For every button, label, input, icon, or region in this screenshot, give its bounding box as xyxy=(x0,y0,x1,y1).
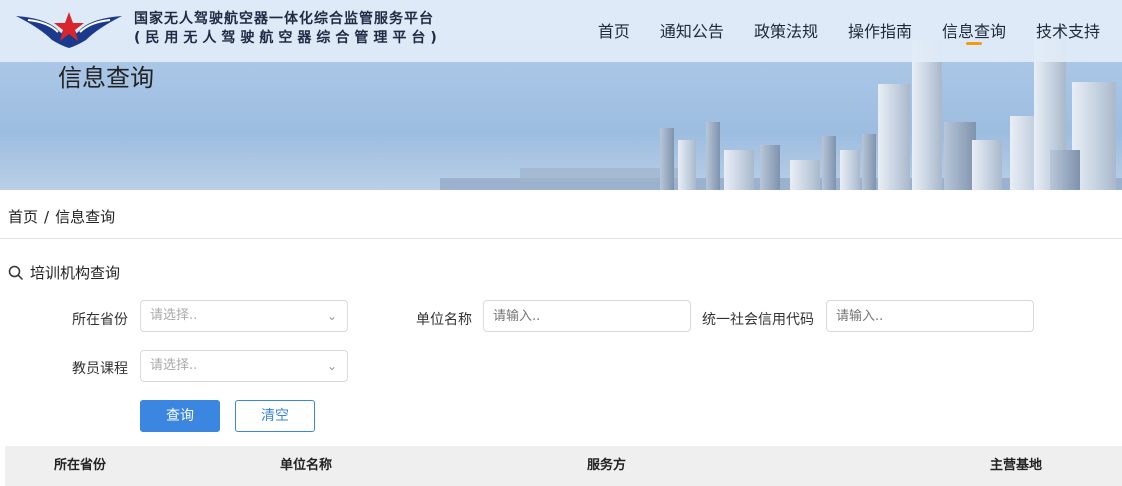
chevron-down-icon: ⌄ xyxy=(326,359,337,373)
column-header-main-base[interactable]: 主营基地 xyxy=(990,446,1042,486)
province-label: 所在省份 xyxy=(72,312,128,328)
banner-title: 信息查询 xyxy=(58,64,154,92)
query-button[interactable]: 查询 xyxy=(140,400,220,432)
breadcrumb: 首页 / 信息查询 xyxy=(8,206,115,227)
chevron-down-icon: ⌄ xyxy=(326,309,337,323)
province-select-placeholder: 请选择.. xyxy=(150,308,198,323)
platform-name: 国家无人驾驶航空器一体化综合监管服务平台 xyxy=(134,11,434,27)
breadcrumb-home[interactable]: 首页 xyxy=(8,208,38,226)
breadcrumb-separator: / xyxy=(44,208,50,226)
caac-wing-logo-icon xyxy=(16,12,122,48)
nav-info-query[interactable]: 信息查询 xyxy=(942,18,1006,45)
nav-notices[interactable]: 通知公告 xyxy=(660,18,724,42)
platform-subname: (民用无人驾驶航空器综合管理平台) xyxy=(134,30,442,46)
column-header-unit-name[interactable]: 单位名称 xyxy=(280,446,332,486)
course-select-placeholder: 请选择.. xyxy=(150,358,198,373)
breadcrumb-current: 信息查询 xyxy=(55,208,116,226)
divider xyxy=(0,238,1122,239)
credit-code-label: 统一社会信用代码 xyxy=(702,312,814,328)
search-icon xyxy=(8,265,24,280)
clear-button[interactable]: 清空 xyxy=(235,400,315,432)
page-banner: 国家无人驾驶航空器一体化综合监管服务平台 (民用无人驾驶航空器综合管理平台) 首… xyxy=(0,0,1122,190)
credit-code-input[interactable] xyxy=(826,300,1034,332)
nav-tech-support[interactable]: 技术支持 xyxy=(1036,18,1100,42)
nav-policies[interactable]: 政策法规 xyxy=(754,18,818,42)
unit-name-label: 单位名称 xyxy=(416,312,472,328)
province-select[interactable]: 请选择.. ⌄ xyxy=(140,300,348,332)
unit-name-input[interactable] xyxy=(483,300,691,332)
results-table-header: 所在省份 单位名称 服务方 主营基地 xyxy=(5,446,1122,486)
top-navigation-bar: 国家无人驾驶航空器一体化综合监管服务平台 (民用无人驾驶航空器综合管理平台) 首… xyxy=(0,0,1122,62)
column-header-service-provider[interactable]: 服务方 xyxy=(587,446,626,486)
nav-guide[interactable]: 操作指南 xyxy=(848,18,912,42)
course-label: 教员课程 xyxy=(72,361,128,377)
column-header-province[interactable]: 所在省份 xyxy=(54,446,106,486)
course-select[interactable]: 请选择.. ⌄ xyxy=(140,350,348,382)
section-title: 培训机构查询 xyxy=(8,262,120,283)
nav-home[interactable]: 首页 xyxy=(598,18,630,42)
section-title-text: 培训机构查询 xyxy=(30,264,121,282)
main-nav: 首页 通知公告 政策法规 操作指南 信息查询 技术支持 xyxy=(598,18,1100,45)
